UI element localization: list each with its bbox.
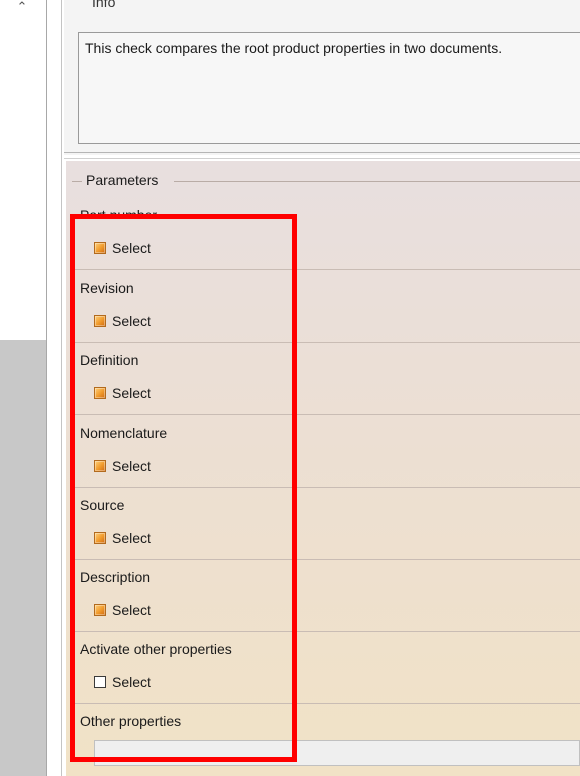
left-pane: ⌃ (0, 0, 46, 776)
scrollbar-track[interactable] (0, 340, 46, 776)
info-title: Info (92, 0, 116, 10)
group-frame (174, 181, 580, 182)
parameters-legend: Parameters (86, 172, 159, 188)
chevron-up-icon[interactable]: ⌃ (12, 0, 32, 16)
info-text: This check compares the root product pro… (85, 40, 503, 56)
info-box: This check compares the root product pro… (78, 32, 580, 144)
pane-border (46, 0, 47, 776)
separator (64, 152, 580, 153)
pane-border-inner (61, 0, 62, 776)
group-frame (72, 181, 82, 182)
highlight-box (70, 214, 297, 762)
separator (64, 158, 580, 159)
